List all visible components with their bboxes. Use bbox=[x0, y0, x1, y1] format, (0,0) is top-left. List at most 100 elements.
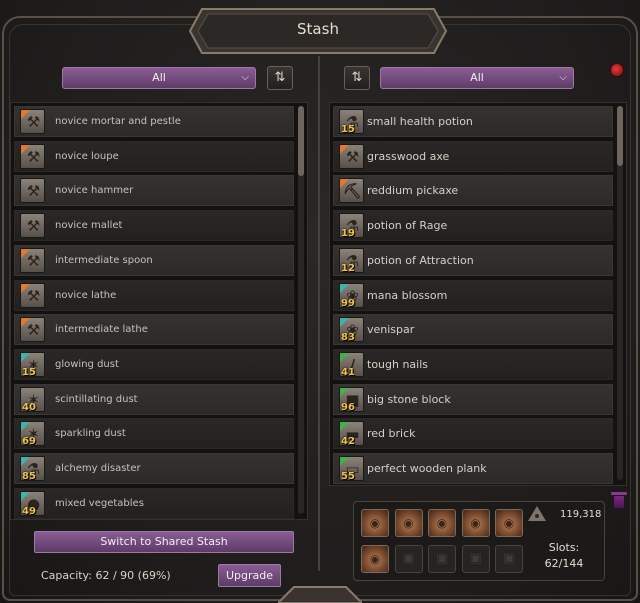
item-name: novice mallet bbox=[55, 220, 123, 232]
tool-icon: ⚒ bbox=[20, 282, 45, 308]
list-item[interactable]: ∕ 41 tough nails bbox=[333, 348, 613, 380]
locked-bag-slot[interactable]: ▣ bbox=[495, 545, 523, 573]
panel-divider bbox=[318, 56, 320, 571]
list-item[interactable]: ⚒ novice mortar and pestle bbox=[14, 106, 294, 137]
food-icon: ● 49 bbox=[20, 490, 45, 516]
item-quantity: 40 bbox=[22, 401, 36, 412]
bag-icon: ◉ bbox=[403, 516, 414, 530]
tool-icon: ⚒ bbox=[20, 213, 45, 239]
list-item[interactable]: ● 49 mixed vegetables bbox=[14, 487, 294, 519]
item-quantity: 15 bbox=[22, 366, 36, 377]
close-icon[interactable] bbox=[610, 63, 624, 77]
item-glyph: ⚒ bbox=[26, 182, 41, 201]
item-quantity: 12 bbox=[341, 262, 355, 273]
pickaxe-icon: ⛏ bbox=[339, 178, 364, 204]
list-item[interactable]: ▭ 55 perfect wooden plank bbox=[333, 453, 613, 484]
list-item[interactable]: ❀ 83 venispar bbox=[333, 314, 613, 346]
sort-arrows-icon: ⇅ bbox=[351, 70, 363, 85]
bag-slot[interactable]: ◉ bbox=[361, 545, 389, 573]
list-item[interactable]: ■ 96 big stone block bbox=[333, 383, 613, 415]
dust-icon: ✶ 40 bbox=[20, 386, 45, 412]
item-glyph: ⚒ bbox=[26, 113, 41, 131]
list-item[interactable]: ⚒ novice hammer bbox=[14, 175, 294, 207]
plank-icon: ▭ 55 bbox=[339, 456, 364, 481]
herb-icon: ❀ 83 bbox=[339, 317, 364, 343]
potion-icon: ⚗ 12 bbox=[339, 247, 364, 273]
list-item[interactable]: ⚒ novice loupe bbox=[14, 140, 294, 172]
item-glyph: ⚒ bbox=[26, 217, 41, 236]
bag-icon: ◉ bbox=[470, 516, 481, 530]
right-sort-button[interactable]: ⇅ bbox=[344, 66, 370, 90]
list-item[interactable]: ✶ 40 scintillating dust bbox=[14, 383, 294, 415]
axe-icon: ⚒ bbox=[339, 143, 364, 169]
list-item[interactable]: ✶ 69 sparkling dust bbox=[14, 418, 294, 450]
bottom-ornament bbox=[278, 586, 362, 603]
item-quantity: 49 bbox=[22, 505, 36, 516]
list-item[interactable]: ⚒ intermediate spoon bbox=[14, 244, 294, 276]
right-filter-dropdown[interactable]: All ⌵ bbox=[380, 67, 574, 89]
item-quantity: 42 bbox=[341, 436, 355, 447]
bag-icon: ◉ bbox=[369, 516, 381, 530]
item-quantity: 69 bbox=[22, 436, 36, 447]
brick-icon: ▬ 42 bbox=[339, 421, 364, 447]
left-scrollbar[interactable] bbox=[298, 106, 304, 514]
stash-window: Stash All ⌵ ⇅ ⇅ All ⌵ ⚒ novice mortar and… bbox=[0, 0, 640, 603]
tool-icon: ⚒ bbox=[20, 317, 45, 343]
locked-bag-slot[interactable]: ▣ bbox=[428, 545, 456, 573]
list-item[interactable]: ⚒ intermediate lathe bbox=[14, 314, 294, 346]
left-sort-button[interactable]: ⇅ bbox=[267, 66, 293, 90]
item-glyph: ⚒ bbox=[26, 251, 41, 270]
bag-slot[interactable]: ◉ bbox=[394, 509, 423, 537]
bag-slot[interactable]: ◉ bbox=[461, 509, 490, 537]
bag-slot[interactable]: ◉ bbox=[495, 509, 523, 537]
item-name: perfect wooden plank bbox=[367, 462, 487, 475]
item-quantity: 55 bbox=[341, 471, 355, 481]
trash-icon[interactable] bbox=[613, 495, 625, 509]
slots-label: Slots: bbox=[548, 541, 580, 554]
bag-icon: ◉ bbox=[503, 516, 515, 530]
list-item[interactable]: ⚒ grasswood axe bbox=[333, 140, 613, 172]
list-item[interactable]: ❀ 99 mana blossom bbox=[333, 279, 613, 311]
item-glyph: ⚒ bbox=[26, 286, 41, 305]
locked-bag-slot[interactable]: ▣ bbox=[461, 545, 490, 573]
right-scroll-thumb[interactable] bbox=[617, 106, 623, 166]
list-item[interactable]: ⚗ 85 alchemy disaster bbox=[14, 453, 294, 484]
lock-icon: ▣ bbox=[402, 551, 415, 566]
item-name: intermediate spoon bbox=[55, 254, 153, 266]
list-item[interactable]: ▬ 42 red brick bbox=[333, 418, 613, 450]
potion-icon: ⚗ 19 bbox=[339, 213, 364, 239]
list-item[interactable]: ⚗ 19 potion of Rage bbox=[333, 210, 613, 242]
item-name: reddium pickaxe bbox=[367, 184, 459, 198]
sort-arrows-icon: ⇅ bbox=[274, 70, 286, 85]
item-quantity: 96 bbox=[341, 401, 355, 412]
item-glyph: ⚒ bbox=[345, 147, 360, 166]
item-name: scintillating dust bbox=[55, 393, 138, 405]
list-item[interactable]: ⚗ 12 potion of Attraction bbox=[333, 244, 613, 276]
item-quantity: 83 bbox=[341, 332, 355, 343]
capacity-text: Capacity: 62 / 90 (69%) bbox=[41, 569, 171, 582]
gold-amount: 119,318 bbox=[560, 509, 602, 520]
tool-icon: ⚒ bbox=[20, 109, 45, 134]
item-quantity: 99 bbox=[341, 297, 355, 308]
item-glyph: ⚒ bbox=[26, 321, 41, 340]
herb-icon: ❀ 99 bbox=[339, 282, 364, 308]
list-item[interactable]: ⚒ novice lathe bbox=[14, 279, 294, 311]
switch-shared-stash-button[interactable]: Switch to Shared Stash bbox=[34, 531, 294, 553]
item-name: grasswood axe bbox=[367, 149, 450, 163]
right-scrollbar[interactable] bbox=[617, 106, 623, 480]
upgrade-button[interactable]: Upgrade bbox=[218, 564, 281, 587]
left-filter-dropdown[interactable]: All ⌵ bbox=[62, 67, 256, 89]
item-name: novice hammer bbox=[55, 185, 134, 197]
list-item[interactable]: ⚗ 15 small health potion bbox=[333, 106, 613, 137]
bag-slot[interactable]: ◉ bbox=[428, 509, 456, 537]
lock-icon: ▣ bbox=[435, 551, 449, 566]
list-item[interactable]: ⚒ novice mallet bbox=[14, 210, 294, 242]
flask-icon: ⚗ 85 bbox=[20, 456, 45, 481]
list-item[interactable]: ✶ 15 glowing dust bbox=[14, 348, 294, 380]
item-quantity: 15 bbox=[341, 124, 355, 134]
bag-slot[interactable]: ◉ bbox=[361, 509, 389, 537]
left-scroll-thumb[interactable] bbox=[298, 106, 304, 176]
locked-bag-slot[interactable]: ▣ bbox=[394, 545, 423, 573]
item-name: novice loupe bbox=[55, 150, 119, 162]
list-item[interactable]: ⛏ reddium pickaxe bbox=[333, 175, 613, 207]
